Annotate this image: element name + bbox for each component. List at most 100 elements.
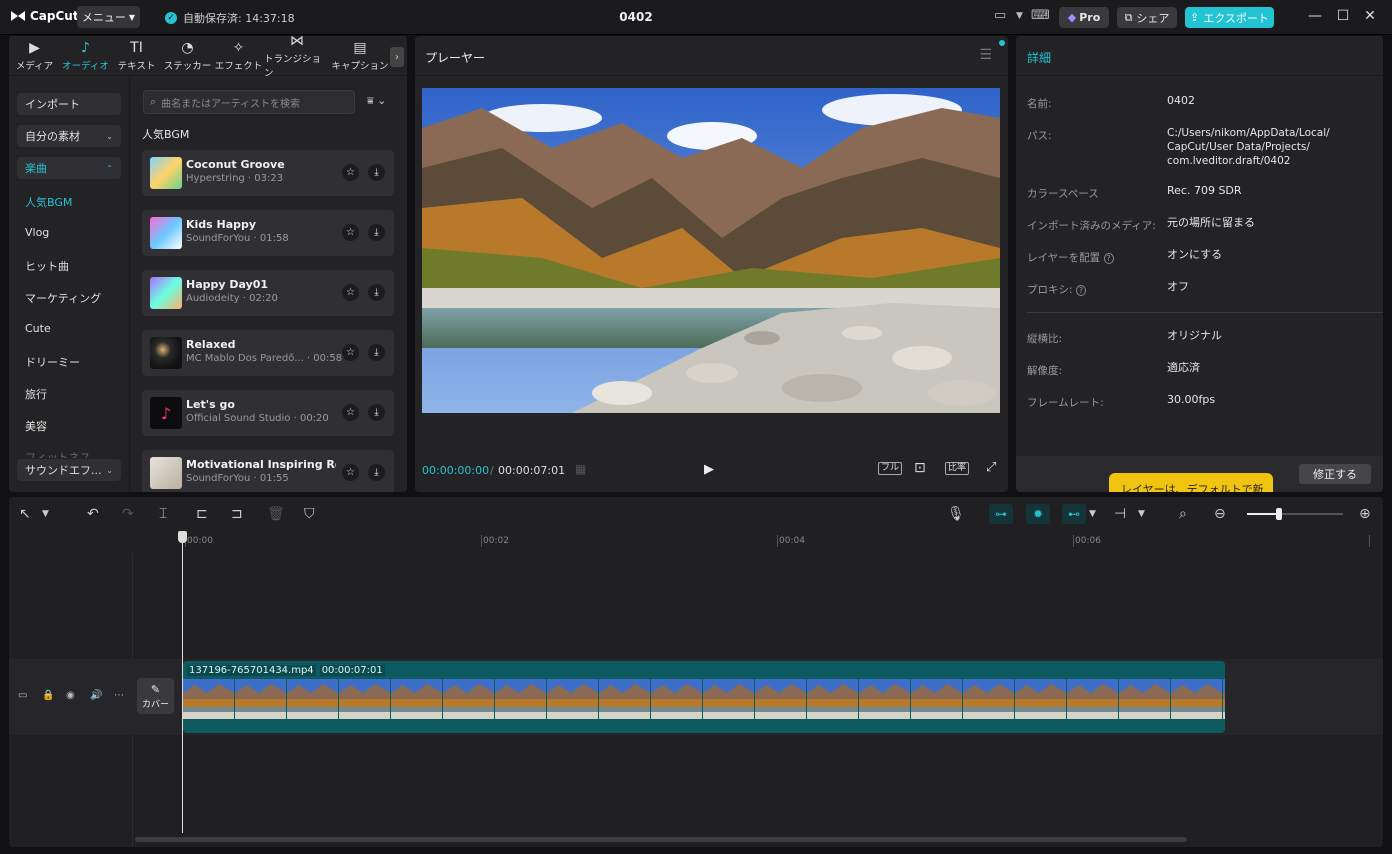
- trim-left-icon[interactable]: ⊏: [196, 506, 208, 522]
- full-button[interactable]: フル: [878, 462, 903, 475]
- favorite-star-icon[interactable]: ☆: [342, 344, 359, 361]
- zoom-out-icon[interactable]: ⊖: [1214, 506, 1226, 522]
- track-area: ▭ 🔒 ◉ 🔊 ⋯ ✎ カバー 137196-765701434.mp4 00:00…: [9, 553, 1383, 847]
- auto-snap-icon[interactable]: ✹: [1026, 504, 1050, 524]
- audio-track-item[interactable]: Coconut Groove Hyperstring · 03:23 ☆ ⤓: [142, 150, 394, 196]
- marker-icon[interactable]: ⛉: [304, 506, 315, 522]
- maximize-icon[interactable]: ☐: [1334, 8, 1352, 24]
- download-icon[interactable]: ⤓: [368, 404, 385, 421]
- main-track-magnet-icon[interactable]: ⊶: [989, 504, 1013, 524]
- split-icon[interactable]: ⌶: [159, 506, 167, 522]
- category-hits[interactable]: ヒット曲: [25, 258, 69, 274]
- category-beauty[interactable]: 美容: [25, 418, 47, 434]
- category-travel[interactable]: 旅行: [25, 386, 47, 402]
- tab-media[interactable]: ▶ メディア: [9, 36, 60, 76]
- shortcut-icon[interactable]: ⌨: [1031, 8, 1050, 23]
- download-icon[interactable]: ⤓: [368, 284, 385, 301]
- filter-icon[interactable]: ⩸ ⌄: [367, 94, 386, 108]
- minimize-icon[interactable]: —: [1306, 8, 1324, 24]
- sound-effects-item[interactable]: サウンドエフ... ⌄: [17, 459, 121, 481]
- hamburger-menu-icon[interactable]: ☰: [979, 47, 992, 63]
- eye-icon[interactable]: ◉: [66, 690, 75, 701]
- category-popular-bgm[interactable]: 人気BGM: [25, 194, 72, 210]
- favorite-star-icon[interactable]: ☆: [342, 224, 359, 241]
- category-marketing[interactable]: マーケティング: [25, 290, 101, 306]
- pro-button[interactable]: ◆ Pro: [1059, 7, 1109, 28]
- zoom-fit-icon[interactable]: ⌕: [1179, 506, 1187, 522]
- horizontal-scrollbar[interactable]: [135, 837, 1187, 842]
- favorite-star-icon[interactable]: ☆: [342, 464, 359, 481]
- tab-audio[interactable]: ♪ オーディオ: [60, 36, 111, 76]
- album-art: [150, 217, 182, 249]
- import-button[interactable]: インポート: [17, 93, 121, 115]
- select-cursor-icon[interactable]: ↖: [19, 506, 31, 522]
- time-ruler[interactable]: 00:00 00:02 00:04 00:06: [133, 531, 1383, 553]
- layout-icon[interactable]: ▭: [994, 8, 1006, 23]
- category-fitness[interactable]: フィットネス: [25, 449, 91, 458]
- undo-icon[interactable]: ↶: [87, 506, 99, 522]
- download-icon[interactable]: ⤓: [368, 164, 385, 181]
- help-icon[interactable]: ?: [1103, 253, 1114, 264]
- detail-label-text: レイヤーを配置: [1027, 252, 1101, 264]
- microphone-icon[interactable]: 🎙: [947, 506, 965, 522]
- download-icon[interactable]: ⤓: [368, 224, 385, 241]
- link-clips-icon[interactable]: ⊷: [1062, 504, 1086, 524]
- download-icon[interactable]: ⤓: [368, 464, 385, 481]
- video-track-icon[interactable]: ▭: [18, 690, 27, 701]
- playhead[interactable]: [182, 531, 183, 833]
- audio-track-item[interactable]: Kids Happy SoundForYou · 01:58 ☆ ⤓: [142, 210, 394, 256]
- tab-transition[interactable]: ⋈ トランジション: [264, 36, 330, 79]
- text-icon: TI: [130, 39, 143, 56]
- favorite-star-icon[interactable]: ☆: [342, 164, 359, 181]
- delete-icon[interactable]: 🗑: [267, 506, 285, 522]
- music-item[interactable]: 楽曲 ⌃: [17, 157, 121, 179]
- chevron-right-icon[interactable]: ›: [390, 47, 404, 67]
- audio-track-item[interactable]: ♪ Let's go Official Sound Studio · 00:20…: [142, 390, 394, 436]
- chevron-down-icon[interactable]: ▼: [1138, 509, 1145, 519]
- trim-right-icon[interactable]: ⊐: [231, 506, 243, 522]
- timeline-toolbar: ↖ ▼ ↶ ↷ ⌶ ⊏ ⊐ 🗑 ⛉ 🎙 ⊶ ✹ ⊷ ▼ ⊣ ▼ ⌕ ⊖ ⊕: [9, 497, 1383, 531]
- playhead-handle[interactable]: [178, 531, 187, 543]
- video-preview[interactable]: [422, 88, 1000, 413]
- play-icon[interactable]: ▶: [704, 462, 714, 477]
- zoom-slider-handle[interactable]: [1276, 508, 1282, 520]
- video-clip[interactable]: 137196-765701434.mp4 00:00:07:01: [183, 661, 1225, 733]
- chevron-down-icon[interactable]: ▼: [1016, 11, 1023, 21]
- cover-button[interactable]: ✎ カバー: [137, 678, 174, 714]
- chevron-down-icon[interactable]: ▼: [42, 509, 49, 519]
- download-icon[interactable]: ⤓: [368, 344, 385, 361]
- redo-icon[interactable]: ↷: [122, 506, 134, 522]
- share-button[interactable]: ⧉ シェア: [1117, 7, 1177, 28]
- zoom-in-icon[interactable]: ⊕: [1359, 506, 1371, 522]
- audio-track-item[interactable]: Motivational Inspiring Roc... SoundForYo…: [142, 450, 394, 492]
- lock-icon[interactable]: 🔒: [42, 690, 54, 701]
- grid-icon[interactable]: ▦: [575, 462, 586, 476]
- favorite-star-icon[interactable]: ☆: [342, 284, 359, 301]
- help-icon[interactable]: ?: [1075, 285, 1087, 296]
- preview-axis-icon[interactable]: ⊣: [1114, 506, 1126, 522]
- zoom-frame-icon[interactable]: ⊡: [914, 460, 926, 476]
- speaker-icon[interactable]: 🔊: [90, 690, 102, 701]
- fullscreen-icon[interactable]: ⤢: [986, 460, 996, 475]
- tab-caption[interactable]: ▤ キャプション: [330, 36, 390, 76]
- search-input[interactable]: ⌕ 曲名またはアーティストを検索: [143, 90, 355, 114]
- section-title: 人気BGM: [142, 128, 190, 141]
- fix-button[interactable]: 修正する: [1299, 464, 1371, 484]
- my-assets-item[interactable]: 自分の素材 ⌄: [17, 125, 121, 147]
- tab-effect[interactable]: ✧ エフェクト: [213, 36, 264, 76]
- album-art: [150, 157, 182, 189]
- audio-track-item[interactable]: Relaxed MC Mablo Dos Paredõ... · 00:58 ☆…: [142, 330, 394, 376]
- tab-text[interactable]: TI テキスト: [111, 36, 162, 76]
- close-icon[interactable]: ✕: [1361, 8, 1379, 24]
- audio-track-item[interactable]: Happy Day01 Audiodeity · 02:20 ☆ ⤓: [142, 270, 394, 316]
- search-placeholder: 曲名またはアーティストを検索: [161, 98, 300, 110]
- ratio-button[interactable]: 比率: [945, 462, 970, 475]
- export-button[interactable]: ⇪ エクスポート: [1185, 7, 1274, 28]
- category-dreamy[interactable]: ドリーミー: [25, 354, 80, 370]
- chevron-down-icon[interactable]: ▼: [1089, 509, 1096, 519]
- tab-sticker[interactable]: ◔ ステッカー: [162, 36, 213, 76]
- category-vlog[interactable]: Vlog: [25, 226, 49, 239]
- favorite-star-icon[interactable]: ☆: [342, 404, 359, 421]
- category-cute[interactable]: Cute: [25, 322, 51, 335]
- more-icon[interactable]: ⋯: [114, 690, 124, 701]
